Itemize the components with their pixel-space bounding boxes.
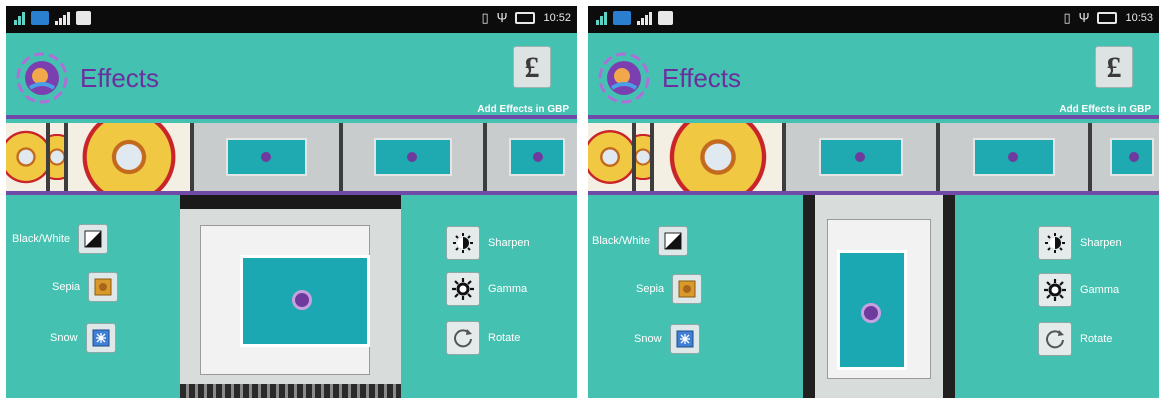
phone-screen-left: ▯ Ψ 10:52 Effects £ Add Effects in GBP B… [6, 6, 577, 398]
black-white-icon[interactable] [78, 224, 109, 254]
signal-icon [596, 11, 607, 25]
effect-snow[interactable]: Snow [634, 324, 700, 354]
page-title: Effects [80, 63, 160, 93]
status-time: 10:52 [543, 12, 571, 24]
effect-rotate[interactable]: Rotate [446, 321, 520, 355]
effect-label: Sharpen [488, 237, 530, 249]
effect-label: Gamma [1080, 284, 1120, 296]
effect-label: Snow [50, 332, 78, 344]
preview-photo [803, 195, 955, 398]
sepia-icon[interactable] [672, 274, 703, 304]
status-bar: ▯ Ψ 10:52 [6, 6, 577, 33]
snow-icon[interactable] [85, 323, 116, 353]
status-bar: ▯ Ψ 10:53 [588, 6, 1159, 33]
app-logo-icon [16, 52, 68, 104]
effect-label: Rotate [488, 332, 521, 344]
effect-black-white[interactable]: Black/White [592, 226, 689, 256]
vibrate-icon: ▯ [481, 10, 489, 25]
effect-label: Gamma [488, 283, 528, 295]
sepia-icon[interactable] [88, 272, 119, 302]
app-header: Effects £ Add Effects in GBP [6, 33, 577, 119]
message-icon [31, 11, 49, 25]
photo-thumbnail[interactable] [6, 123, 46, 191]
photo-thumbnail[interactable] [786, 123, 936, 191]
photo-thumbnail[interactable] [68, 123, 190, 191]
sharpen-icon[interactable] [1038, 226, 1072, 260]
usb-icon: Ψ [496, 10, 508, 25]
phone-screen-right: ▯ Ψ 10:53 Effects £ Add Effects in GBP B… [588, 6, 1159, 398]
buy-effects-caption: Add Effects in GBP [1059, 104, 1151, 115]
usb-icon: Ψ [1078, 10, 1090, 25]
effect-label: Sepia [52, 281, 81, 293]
black-white-icon[interactable] [658, 226, 689, 256]
photo-thumbnail[interactable] [194, 123, 339, 191]
status-time: 10:53 [1125, 12, 1153, 24]
header-divider [588, 115, 1159, 119]
photo-thumbnail[interactable] [654, 123, 782, 191]
sharpen-icon[interactable] [446, 226, 480, 260]
app-header: Effects £ Add Effects in GBP [588, 33, 1159, 119]
effect-label: Black/White [12, 233, 71, 245]
rotate-icon[interactable] [1038, 322, 1072, 356]
bars-icon [55, 11, 70, 25]
bars-icon [637, 11, 652, 25]
effect-gamma[interactable]: Gamma [446, 272, 527, 306]
photo-thumbnail[interactable] [487, 123, 577, 191]
notification-icon [76, 11, 91, 25]
notification-icon [658, 11, 673, 25]
effect-sharpen[interactable]: Sharpen [446, 226, 530, 260]
battery-icon [515, 12, 536, 24]
effect-rotate[interactable]: Rotate [1038, 322, 1112, 356]
photo-thumbnail[interactable] [636, 123, 650, 191]
photo-thumbnail[interactable] [588, 123, 632, 191]
photo-thumbnail-strip[interactable] [6, 123, 577, 191]
signal-icon [14, 11, 25, 25]
photo-thumbnail[interactable] [1092, 123, 1159, 191]
buy-effects-button[interactable]: £ [1095, 46, 1133, 88]
gamma-icon[interactable] [446, 272, 480, 306]
photo-thumbnail[interactable] [940, 123, 1088, 191]
effect-sepia[interactable]: Sepia [636, 274, 703, 304]
effect-label: Snow [634, 333, 662, 345]
buy-effects-button[interactable]: £ [513, 46, 551, 88]
battery-icon [1097, 12, 1118, 24]
photo-thumbnail-strip[interactable] [588, 123, 1159, 191]
effect-label: Black/White [592, 235, 651, 247]
gamma-icon[interactable] [1038, 273, 1072, 307]
rotate-icon[interactable] [446, 321, 480, 355]
effect-label: Rotate [1080, 333, 1113, 345]
header-divider [6, 115, 577, 119]
effect-label: Sharpen [1080, 237, 1122, 249]
photo-thumbnail[interactable] [50, 123, 64, 191]
message-icon [613, 11, 631, 25]
effect-label: Sepia [636, 283, 665, 295]
effect-black-white[interactable]: Black/White [12, 224, 109, 254]
app-logo-icon [598, 52, 650, 104]
photo-thumbnail[interactable] [343, 123, 483, 191]
effect-sepia[interactable]: Sepia [52, 272, 119, 302]
effect-snow[interactable]: Snow [50, 323, 116, 353]
preview-photo [180, 195, 401, 398]
effect-gamma[interactable]: Gamma [1038, 273, 1119, 307]
buy-effects-caption: Add Effects in GBP [477, 104, 569, 115]
effect-sharpen[interactable]: Sharpen [1038, 226, 1122, 260]
vibrate-icon: ▯ [1063, 10, 1071, 25]
snow-icon[interactable] [669, 324, 700, 354]
page-title: Effects [662, 63, 742, 93]
